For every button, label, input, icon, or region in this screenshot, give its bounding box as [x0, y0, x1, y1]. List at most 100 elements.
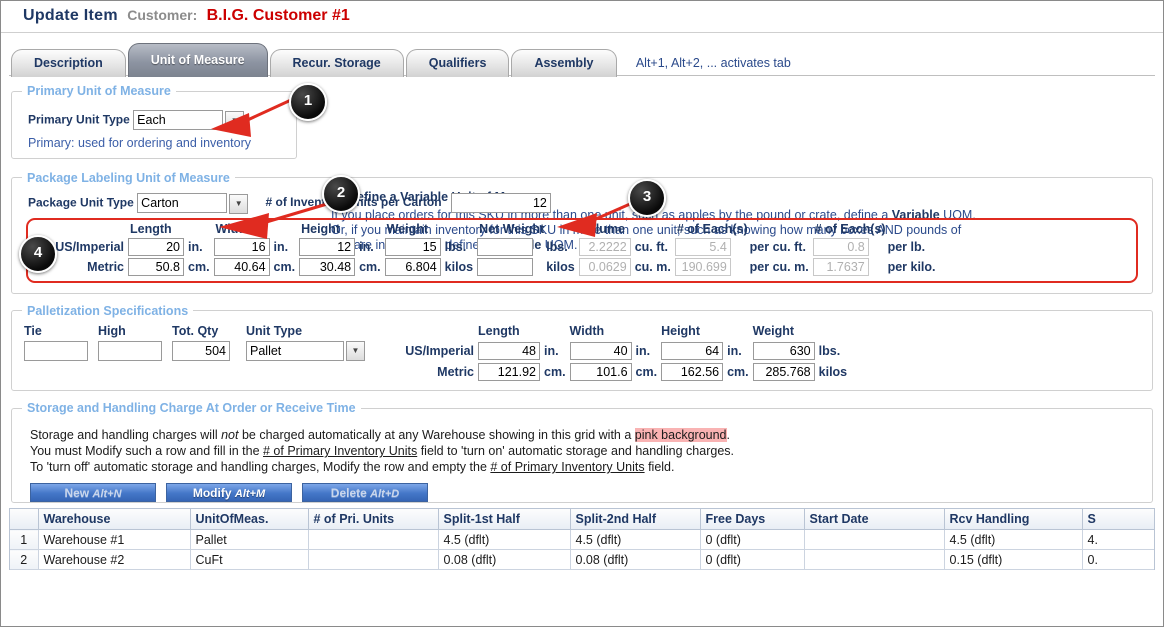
cell-storage-truncated: 0.: [1082, 549, 1154, 571]
callout-badge-2: 2: [322, 175, 360, 213]
warehouse-grid-header-row: Warehouse UnitOfMeas. # of Pri. Units Sp…: [10, 509, 1154, 531]
pkg-us-each2-unit: per lb.: [887, 239, 926, 254]
pal-us-width-input[interactable]: [569, 342, 632, 360]
pkg-us-length-input[interactable]: [128, 237, 184, 256]
package-unit-type-input[interactable]: [137, 192, 228, 213]
tot-qty-input[interactable]: [172, 341, 230, 361]
pal-metric-weight-input[interactable]: [752, 363, 815, 382]
col-height: Height: [301, 221, 340, 236]
modify-button[interactable]: Modify Alt+M: [166, 483, 292, 503]
pkg-us-each1-input: [674, 237, 731, 256]
storage-line3-a: To 'turn off' automatic storage and hand…: [30, 460, 491, 475]
col-tie: Tie: [24, 323, 42, 338]
cell-free-days: 0 (dflt): [700, 529, 805, 551]
cell-unitofmeas: Pallet: [190, 529, 309, 551]
table-row[interactable]: 2 Warehouse #2 CuFt 0.08 (dflt) 0.08 (df…: [10, 549, 1154, 571]
pkg-us-weight-input[interactable]: [384, 237, 441, 256]
storage-line1-a: Storage and handling charges will: [30, 428, 222, 443]
pallet-unit-type-input[interactable]: [246, 340, 344, 361]
col-pal-width: Width: [569, 323, 605, 338]
pal-metric-height-input[interactable]: [661, 363, 724, 382]
pal-us-weight-input[interactable]: [752, 342, 815, 360]
tab-recur-storage[interactable]: Recur. Storage: [269, 49, 404, 77]
storage-line2-a: You must Modify such a row and fill in t…: [30, 444, 263, 459]
col-unit-type: Unit Type: [246, 323, 303, 338]
pink-background-highlight: pink background: [634, 428, 727, 443]
package-dimensions-box: Length Width Height Weight Net Weight Vo…: [26, 217, 1138, 283]
tab-description[interactable]: Description: [11, 49, 126, 77]
tab-qualifiers[interactable]: Qualifiers: [405, 49, 510, 77]
update-item-window: Update Item Customer: B.I.G. Customer #1…: [0, 0, 1164, 627]
package-unit-type-select[interactable]: ▼: [137, 192, 249, 214]
delete-button[interactable]: Delete Alt+D: [302, 483, 428, 503]
high-input[interactable]: [98, 341, 162, 361]
pkg-metric-height-input[interactable]: [299, 257, 356, 276]
pal-us-height-input[interactable]: [661, 342, 724, 360]
pkg-us-volume-input: [578, 237, 631, 256]
col-start-date[interactable]: Start Date: [804, 509, 945, 531]
chevron-down-icon[interactable]: ▼: [346, 341, 365, 362]
pkg-us-width-input[interactable]: [213, 237, 270, 256]
pkg-metric-each1-input: [674, 257, 731, 276]
pkg-metric-length-input[interactable]: [128, 257, 184, 276]
palletization-table: Tie High Tot. Qty Unit Type Length Width…: [22, 324, 849, 383]
primary-inventory-units-link[interactable]: # of Primary Inventory Units: [490, 460, 644, 474]
pal-metric-length-input[interactable]: [478, 363, 540, 382]
col-warehouse[interactable]: Warehouse: [38, 509, 191, 531]
col-rcv-handling[interactable]: Rcv Handling: [944, 509, 1083, 531]
pal-metric-width-input[interactable]: [569, 363, 632, 382]
pal-metric-length-unit: cm.: [544, 365, 566, 380]
row-number: 2: [10, 549, 39, 571]
col-split-2nd-half[interactable]: Split-2nd Half: [570, 509, 701, 531]
col-length: Length: [130, 221, 172, 236]
delete-button-accel: Alt+D: [370, 488, 400, 501]
package-uom-legend: Package Labeling Unit of Measure: [27, 170, 230, 185]
tie-input[interactable]: [24, 341, 88, 361]
modify-button-label: Modify: [192, 486, 232, 501]
new-button[interactable]: New Alt+N: [30, 483, 156, 503]
callout-badge-3: 3: [628, 179, 666, 217]
col-high: High: [98, 323, 126, 338]
primary-unit-type-input[interactable]: [133, 110, 224, 130]
primary-uom-legend: Primary Unit of Measure: [27, 84, 171, 98]
col-pri-units[interactable]: # of Pri. Units: [308, 509, 439, 531]
row-number: 1: [10, 529, 39, 551]
row-label-us-imperial: US/Imperial: [405, 344, 474, 358]
table-row: US/Imperial in. in. in. lbs. lbs. cu. ft…: [34, 237, 938, 257]
table-row[interactable]: 1 Warehouse #1 Pallet 4.5 (dflt) 4.5 (df…: [10, 529, 1154, 551]
primary-inventory-units-link[interactable]: # of Primary Inventory Units: [263, 444, 417, 458]
pkg-metric-weight-input[interactable]: [384, 257, 441, 276]
pkg-metric-net-weight-input[interactable]: [477, 257, 534, 276]
warehouse-grid[interactable]: Warehouse UnitOfMeas. # of Pri. Units Sp…: [9, 508, 1155, 571]
col-storage-truncated[interactable]: S: [1082, 509, 1154, 531]
inventory-units-per-carton-input[interactable]: [450, 193, 551, 214]
col-rownum[interactable]: [10, 509, 39, 531]
pkg-metric-width-unit: cm.: [273, 259, 296, 274]
primary-unit-type-select[interactable]: ▼: [133, 110, 245, 131]
pallet-unit-type-select[interactable]: ▼: [246, 340, 365, 362]
pkg-us-net-weight-unit: lbs.: [546, 239, 568, 254]
pkg-metric-height-unit: cm.: [359, 259, 381, 274]
col-split-1st-half[interactable]: Split-1st Half: [438, 509, 571, 531]
primary-unit-type-row: Primary Unit Type ▼: [28, 110, 286, 131]
pal-us-length-unit: in.: [544, 344, 559, 358]
pal-us-length-input[interactable]: [478, 342, 540, 360]
tab-strip: Description Unit of Measure Recur. Storage…: [1, 43, 1163, 77]
cell-storage-truncated: 4.: [1082, 529, 1154, 551]
pkg-us-net-weight-input[interactable]: [477, 237, 534, 256]
cell-start-date: [804, 549, 945, 571]
col-free-days[interactable]: Free Days: [700, 509, 805, 531]
palletization-header-row: Tie High Tot. Qty Unit Type Length Width…: [22, 324, 849, 340]
tab-unit-of-measure[interactable]: Unit of Measure: [127, 43, 268, 77]
chevron-down-icon[interactable]: ▼: [229, 193, 249, 214]
col-pal-weight: Weight: [752, 323, 795, 338]
chevron-down-icon[interactable]: ▼: [225, 110, 245, 131]
pkg-us-height-input[interactable]: [299, 237, 356, 256]
cell-pri-units: [308, 529, 439, 551]
col-unitofmeas[interactable]: UnitOfMeas.: [190, 509, 309, 531]
pkg-metric-width-input[interactable]: [213, 257, 270, 276]
col-each-2: # of Each(s): [814, 221, 886, 236]
col-weight: Weight: [386, 221, 429, 236]
delete-button-label: Delete: [330, 486, 367, 501]
tab-assembly[interactable]: Assembly: [511, 49, 617, 77]
